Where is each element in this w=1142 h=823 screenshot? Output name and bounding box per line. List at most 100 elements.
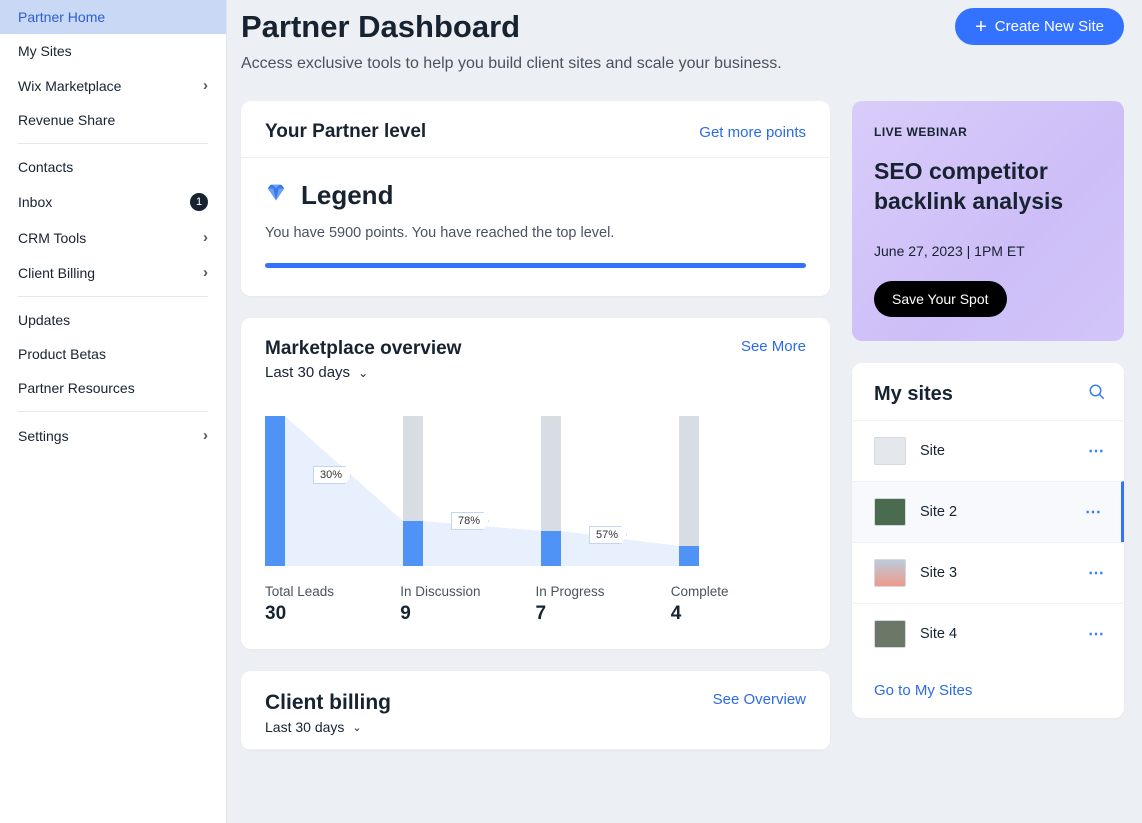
card-title: Client billing [265, 691, 391, 715]
site-row[interactable]: Site ⋯ [852, 420, 1124, 481]
sidebar-item-revenue-share[interactable]: Revenue Share [0, 103, 226, 137]
funnel-connector [285, 416, 403, 566]
stat-in-progress: In Progress 7 [536, 584, 671, 625]
stat-label: Total Leads [265, 584, 400, 599]
page-header: Partner Dashboard + Create New Site [241, 0, 1124, 49]
sidebar-item-product-betas[interactable]: Product Betas [0, 337, 226, 371]
main: Partner Dashboard + Create New Site Acce… [227, 0, 1142, 823]
period-label: Last 30 days [265, 364, 350, 381]
stat-value: 7 [536, 603, 671, 625]
sidebar-item-contacts[interactable]: Contacts [0, 150, 226, 184]
sidebar-item-label: Inbox [18, 194, 52, 210]
site-row[interactable]: Site 4 ⋯ [852, 603, 1124, 664]
funnel-bar-in-discussion [403, 416, 423, 566]
stat-label: Complete [671, 584, 806, 599]
funnel-pct-label: 57% [589, 526, 627, 544]
site-thumbnail [874, 620, 906, 648]
see-overview-link[interactable]: See Overview [713, 691, 806, 708]
webinar-eyebrow: LIVE WEBINAR [874, 125, 1102, 139]
divider [18, 411, 208, 412]
sidebar-item-label: Partner Home [18, 9, 105, 25]
webinar-title: SEO competitor backlink analysis [874, 157, 1102, 217]
period-selector[interactable]: Last 30 days ⌄ [265, 364, 461, 381]
get-more-points-link[interactable]: Get more points [699, 124, 806, 141]
sidebar-item-label: Client Billing [18, 265, 95, 281]
level-message: You have 5900 points. You have reached t… [265, 225, 806, 241]
sidebar-item-label: Contacts [18, 159, 73, 175]
sidebar-item-settings[interactable]: Settings› [0, 418, 226, 453]
diamond-icon [265, 182, 287, 209]
site-name: Site 4 [920, 626, 957, 642]
partner-level-card: Your Partner level Get more points Legen… [241, 101, 830, 296]
site-thumbnail [874, 498, 906, 526]
chevron-right-icon: › [203, 264, 208, 281]
site-row[interactable]: Site 2 ⋯ [852, 481, 1124, 542]
sidebar-item-label: Updates [18, 312, 70, 328]
more-options-icon[interactable]: ⋯ [1088, 563, 1106, 583]
sidebar-item-label: Product Betas [18, 346, 106, 362]
site-thumbnail [874, 437, 906, 465]
sidebar-item-updates[interactable]: Updates [0, 303, 226, 337]
stat-label: In Progress [536, 584, 671, 599]
period-label: Last 30 days [265, 719, 344, 735]
site-row[interactable]: Site 3 ⋯ [852, 542, 1124, 603]
more-options-icon[interactable]: ⋯ [1088, 441, 1106, 461]
period-selector[interactable]: Last 30 days ⌄ [265, 719, 391, 735]
page-title: Partner Dashboard [241, 9, 520, 45]
search-icon[interactable] [1088, 383, 1106, 406]
sidebar-item-label: Settings [18, 428, 69, 444]
site-name: Site 2 [920, 504, 957, 520]
level-progress-bar [265, 263, 806, 268]
chevron-down-icon: ⌄ [358, 366, 368, 380]
chevron-right-icon: › [203, 77, 208, 94]
sidebar-item-partner-home[interactable]: Partner Home [0, 0, 226, 34]
funnel-pct-label: 30% [313, 466, 351, 484]
sidebar-item-label: My Sites [18, 43, 72, 59]
card-title: Marketplace overview [265, 338, 461, 360]
client-billing-card: Client billing Last 30 days ⌄ See Overvi… [241, 671, 830, 750]
sidebar-item-crm-tools[interactable]: CRM Tools › [0, 220, 226, 255]
funnel-bar-total-leads [265, 416, 285, 566]
sidebar-item-partner-resources[interactable]: Partner Resources [0, 371, 226, 405]
stat-label: In Discussion [400, 584, 535, 599]
card-title: My sites [874, 383, 953, 406]
sidebar-item-my-sites[interactable]: My Sites [0, 34, 226, 68]
marketplace-overview-card: Marketplace overview Last 30 days ⌄ See … [241, 318, 830, 649]
sidebar-item-label: CRM Tools [18, 230, 86, 246]
site-name: Site 3 [920, 565, 957, 581]
level-name: Legend [301, 180, 393, 211]
divider [18, 143, 208, 144]
stat-value: 30 [265, 603, 400, 625]
sidebar-item-wix-marketplace[interactable]: Wix Marketplace › [0, 68, 226, 103]
button-label: Create New Site [995, 18, 1104, 35]
funnel-bar-in-progress [541, 416, 561, 566]
more-options-icon[interactable]: ⋯ [1088, 624, 1106, 644]
site-thumbnail [874, 559, 906, 587]
sidebar: Partner Home My Sites Wix Marketplace › R… [0, 0, 227, 823]
stat-complete: Complete 4 [671, 584, 806, 625]
funnel-stats: Total Leads 30 In Discussion 9 In Progre… [265, 584, 806, 625]
stat-total-leads: Total Leads 30 [265, 584, 400, 625]
site-name: Site [920, 443, 945, 459]
webinar-date: June 27, 2023 | 1PM ET [874, 243, 1102, 259]
save-your-spot-button[interactable]: Save Your Spot [874, 281, 1007, 317]
funnel-chart: 30% 78% 57% [265, 411, 806, 566]
sidebar-item-inbox[interactable]: Inbox 1 [0, 184, 226, 220]
chevron-right-icon: › [203, 229, 208, 246]
card-title: Your Partner level [265, 121, 426, 143]
go-to-my-sites-link[interactable]: Go to My Sites [874, 682, 972, 699]
sidebar-item-client-billing[interactable]: Client Billing › [0, 255, 226, 290]
more-options-icon[interactable]: ⋯ [1085, 502, 1103, 522]
my-sites-card: My sites Site ⋯ Site 2 ⋯ Site 3 ⋯ [852, 363, 1124, 718]
sidebar-item-label: Revenue Share [18, 112, 115, 128]
inbox-badge: 1 [190, 193, 208, 211]
chevron-down-icon: ⌄ [352, 721, 361, 734]
page-subtitle: Access exclusive tools to help you build… [241, 55, 1124, 73]
stat-value: 4 [671, 603, 806, 625]
sidebar-item-label: Wix Marketplace [18, 78, 121, 94]
divider [18, 296, 208, 297]
see-more-link[interactable]: See More [741, 338, 806, 355]
stat-in-discussion: In Discussion 9 [400, 584, 535, 625]
create-new-site-button[interactable]: + Create New Site [955, 8, 1124, 45]
funnel-pct-label: 78% [451, 512, 489, 530]
